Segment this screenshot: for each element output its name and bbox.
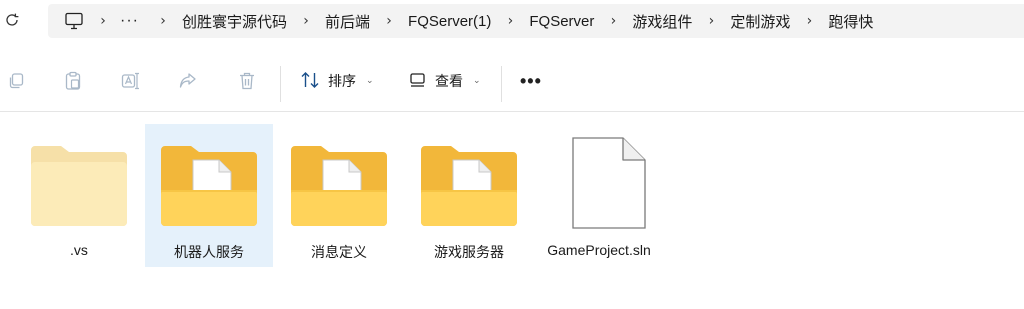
folder-item-robot-service[interactable]: 机器人服务	[145, 124, 273, 267]
chevron-right-icon[interactable]: ›	[596, 13, 630, 29]
file-name: 机器人服务	[174, 244, 244, 260]
breadcrumb-item[interactable]: 定制游戏	[728, 11, 792, 32]
toolbar-divider	[280, 66, 281, 102]
refresh-icon[interactable]	[2, 9, 22, 31]
folder-icon	[161, 146, 257, 226]
chevron-right-icon[interactable]: ›	[372, 13, 406, 29]
view-button[interactable]: 查看 ⌄	[409, 68, 481, 94]
chevron-right-icon[interactable]: ›	[146, 13, 180, 29]
breadcrumb-item[interactable]: 前后端	[323, 11, 372, 32]
breadcrumb[interactable]: › ··· › 创胜寰宇源代码 › 前后端 › FQServer(1) › FQ…	[48, 4, 1024, 38]
folder-item-vs[interactable]: .vs	[15, 124, 143, 267]
folder-item-game-server[interactable]: 游戏服务器	[405, 124, 533, 267]
rename-icon[interactable]	[120, 70, 142, 92]
chevron-down-icon: ⌄	[366, 76, 374, 86]
view-label: 查看	[435, 73, 463, 89]
chevron-right-icon[interactable]: ›	[289, 13, 323, 29]
toolbar-divider	[501, 66, 502, 102]
chevron-right-icon[interactable]: ›	[493, 13, 527, 29]
file-name: 游戏服务器	[434, 244, 504, 260]
folder-icon	[291, 146, 387, 226]
more-options-icon[interactable]: •••	[520, 71, 542, 91]
sort-icon	[300, 71, 320, 92]
sort-button[interactable]: 排序 ⌄	[300, 68, 374, 94]
chevron-down-icon: ⌄	[473, 76, 481, 86]
folder-item-message-definitions[interactable]: 消息定义	[275, 124, 403, 267]
this-pc-icon[interactable]	[62, 9, 86, 33]
breadcrumb-item[interactable]: 创胜寰宇源代码	[180, 11, 289, 32]
file-name: GameProject.sln	[547, 242, 651, 258]
address-bar-row: › ··· › 创胜寰宇源代码 › 前后端 › FQServer(1) › FQ…	[0, 0, 1024, 44]
breadcrumb-item[interactable]: 游戏组件	[630, 11, 694, 32]
delete-icon[interactable]	[236, 70, 258, 92]
chevron-right-icon[interactable]: ›	[792, 13, 826, 29]
share-icon[interactable]	[177, 70, 199, 92]
file-name: .vs	[70, 242, 88, 258]
file-name: 消息定义	[311, 244, 367, 260]
folder-icon	[421, 146, 517, 226]
folder-icon	[31, 146, 127, 226]
chevron-right-icon[interactable]: ›	[86, 13, 120, 29]
paste-icon[interactable]	[62, 70, 84, 92]
breadcrumb-item[interactable]: FQServer	[527, 13, 596, 30]
breadcrumb-item[interactable]: FQServer(1)	[406, 13, 493, 30]
breadcrumb-overflow[interactable]: ···	[120, 12, 146, 30]
view-icon	[409, 72, 427, 91]
file-item-game-project-sln[interactable]: GameProject.sln	[535, 124, 663, 267]
chevron-right-icon[interactable]: ›	[694, 13, 728, 29]
document-icon	[572, 137, 646, 229]
breadcrumb-item[interactable]: 跑得快	[826, 11, 875, 32]
command-bar: 排序 ⌄ 查看 ⌄ •••	[0, 50, 1024, 112]
copy-icon[interactable]	[5, 70, 27, 92]
sort-label: 排序	[328, 73, 356, 89]
